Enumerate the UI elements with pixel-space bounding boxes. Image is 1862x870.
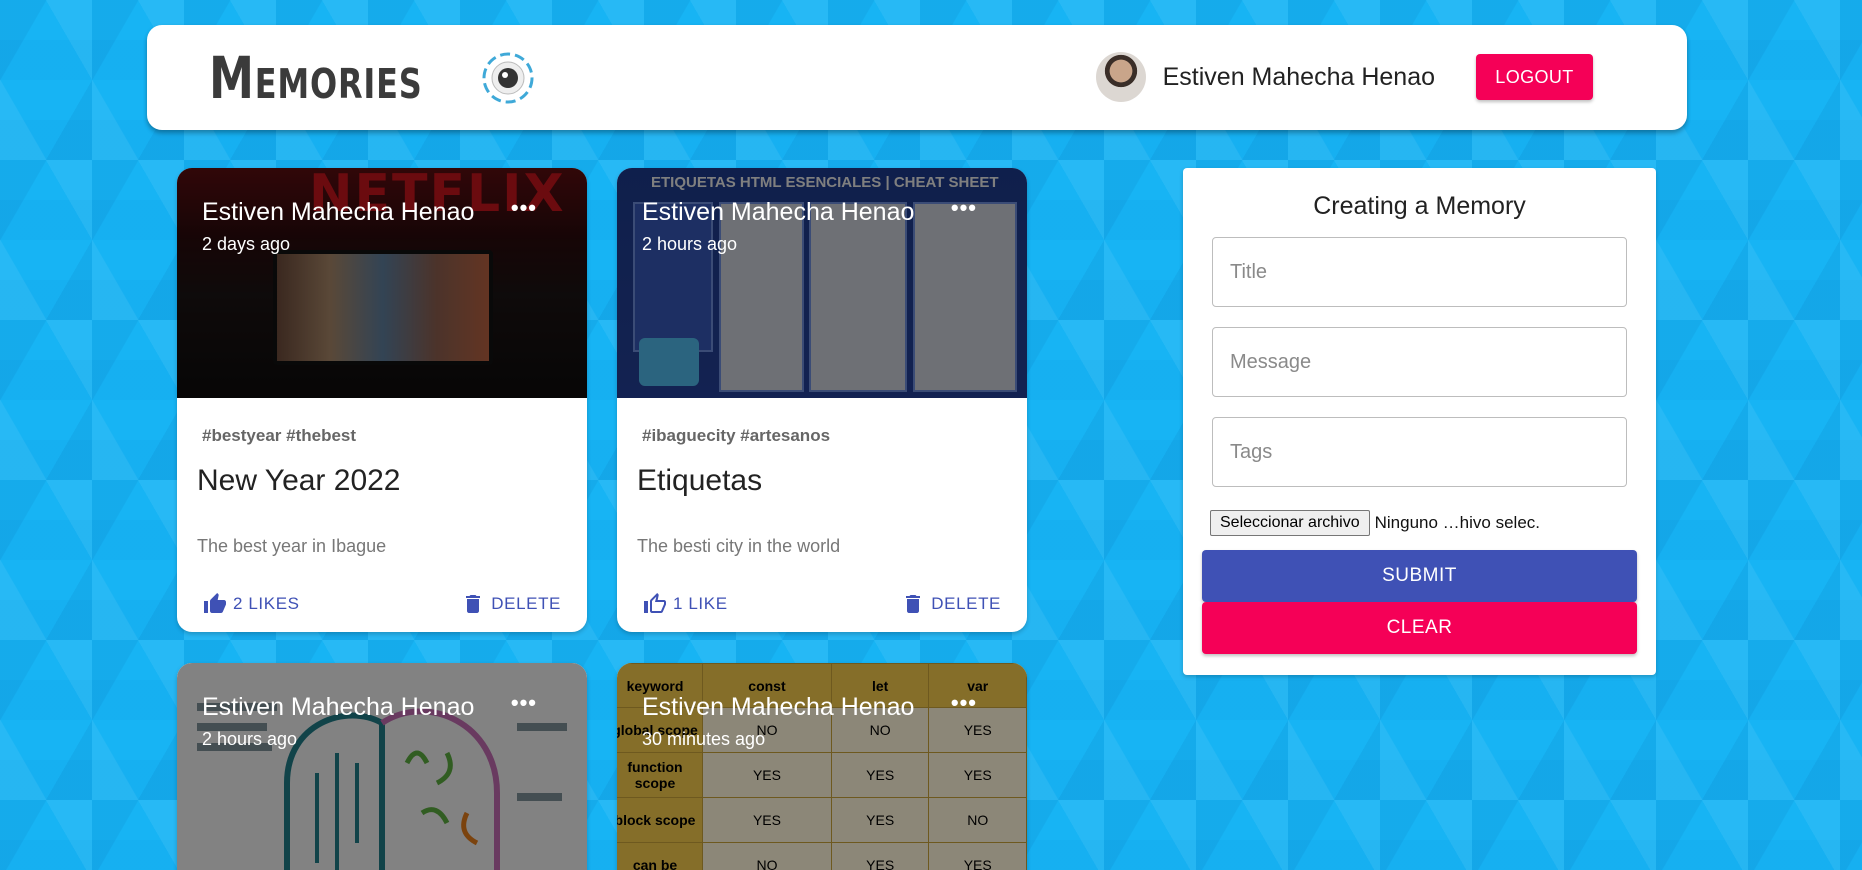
post-image: Estiven Mahecha Henao 2 hours ago ••• bbox=[177, 663, 587, 870]
like-button[interactable]: 2 LIKES bbox=[203, 592, 300, 616]
post-image: ETIQUETAS HTML ESENCIALES | CHEAT SHEET … bbox=[617, 168, 1027, 398]
title-input[interactable] bbox=[1212, 237, 1627, 307]
post-time: 30 minutes ago bbox=[642, 729, 766, 749]
post-time: 2 days ago bbox=[202, 234, 291, 254]
brand[interactable]: Memories bbox=[209, 47, 535, 109]
memories-logo-icon bbox=[482, 52, 534, 104]
post-time: 2 hours ago bbox=[642, 234, 738, 254]
post-message: The besti city in the world bbox=[637, 536, 841, 556]
clear-button[interactable]: CLEAR bbox=[1202, 602, 1637, 654]
delete-label: DELETE bbox=[491, 594, 561, 613]
post-image: keyword const let var global scope NO NO… bbox=[617, 663, 1027, 870]
post-creator: Estiven Mahecha Henao bbox=[642, 198, 915, 226]
post-message: The best year in Ibague bbox=[197, 536, 387, 556]
user-area: Estiven Mahecha Henao LOGOUT bbox=[1095, 51, 1593, 103]
submit-button[interactable]: SUBMIT bbox=[1202, 550, 1637, 602]
logout-button[interactable]: LOGOUT bbox=[1476, 54, 1593, 100]
more-options-icon[interactable]: ••• bbox=[951, 692, 977, 714]
trash-icon bbox=[466, 595, 481, 613]
file-status: Ninguno …hivo selec. bbox=[1374, 513, 1540, 532]
more-options-icon[interactable]: ••• bbox=[511, 197, 537, 219]
post-card: ETIQUETAS HTML ESENCIALES | CHEAT SHEET … bbox=[617, 168, 1027, 632]
post-title: New Year 2022 bbox=[197, 464, 401, 497]
post-card: keyword const let var global scope NO NO… bbox=[617, 663, 1027, 870]
post-tags: #ibaguecity #artesanos bbox=[642, 426, 831, 445]
trash-icon bbox=[906, 595, 921, 613]
post-time: 2 hours ago bbox=[202, 729, 298, 749]
thumb-up-outline-icon bbox=[644, 593, 666, 613]
like-button[interactable]: 1 LIKE bbox=[643, 592, 728, 616]
app-bar: Memories Estiven Mahecha Henao LOGOUT bbox=[147, 25, 1687, 130]
memory-form: Creating a Memory Seleccionar archivo Ni… bbox=[1183, 168, 1656, 675]
delete-label: DELETE bbox=[931, 594, 1001, 613]
delete-button[interactable]: DELETE bbox=[901, 592, 1001, 616]
message-input[interactable] bbox=[1212, 327, 1627, 397]
more-options-icon[interactable]: ••• bbox=[511, 692, 537, 714]
file-input: Seleccionar archivo Ninguno …hivo selec. bbox=[1210, 510, 1540, 536]
post-tags: #bestyear #thebest bbox=[202, 426, 357, 445]
post-title: Etiquetas bbox=[637, 464, 763, 497]
more-options-icon[interactable]: ••• bbox=[951, 197, 977, 219]
form-heading: Creating a Memory bbox=[1313, 192, 1526, 220]
user-name: Estiven Mahecha Henao bbox=[1162, 62, 1435, 91]
avatar[interactable] bbox=[1095, 52, 1146, 102]
post-card: Estiven Mahecha Henao 2 hours ago ••• bbox=[177, 663, 587, 870]
delete-button[interactable]: DELETE bbox=[461, 592, 561, 616]
post-creator: Estiven Mahecha Henao bbox=[202, 693, 475, 721]
choose-file-button[interactable]: Seleccionar archivo bbox=[1210, 510, 1370, 536]
post-card: NETFLIX Estiven Mahecha Henao 2 days ago… bbox=[177, 168, 587, 632]
tags-input[interactable] bbox=[1212, 417, 1627, 487]
likes-label: 2 LIKES bbox=[233, 594, 300, 613]
post-creator: Estiven Mahecha Henao bbox=[642, 693, 915, 721]
thumb-up-icon bbox=[204, 593, 226, 613]
likes-label: 1 LIKE bbox=[673, 594, 728, 613]
post-creator: Estiven Mahecha Henao bbox=[202, 198, 475, 226]
post-image: NETFLIX Estiven Mahecha Henao 2 days ago… bbox=[177, 168, 587, 398]
app-title: Memories bbox=[209, 44, 423, 112]
